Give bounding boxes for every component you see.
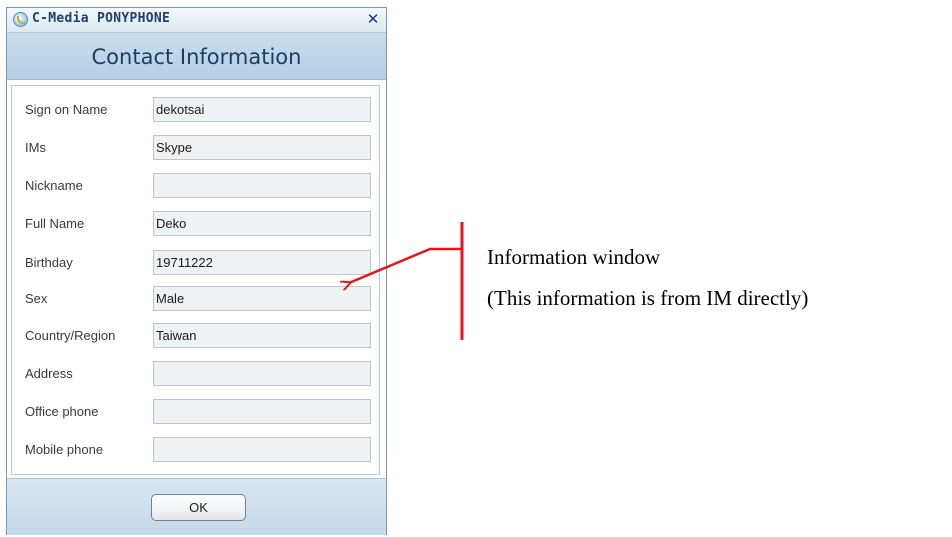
birthday-field[interactable]: 19711222 <box>153 250 371 275</box>
field-label: Nickname <box>25 178 83 193</box>
field-row-address: Address <box>12 361 379 387</box>
field-label: Country/Region <box>25 328 116 343</box>
address-field[interactable] <box>153 361 371 386</box>
window-title: C-Media PONYPHONE <box>32 11 171 26</box>
field-row-ims: IMs Skype <box>12 135 379 161</box>
field-label: Birthday <box>25 255 73 270</box>
field-row-birthday: Birthday 19711222 <box>12 250 379 276</box>
field-row-full-name: Full Name Deko <box>12 211 379 237</box>
dialog-heading: Contact Information <box>91 45 302 69</box>
field-label: Mobile phone <box>25 442 104 457</box>
ims-field[interactable]: Skype <box>153 135 371 160</box>
nickname-field[interactable] <box>153 173 371 198</box>
sex-field[interactable]: Male <box>153 286 371 311</box>
field-label: Sign on Name <box>25 102 108 117</box>
office-phone-field[interactable] <box>153 399 371 424</box>
field-label: IMs <box>25 140 46 155</box>
field-row-country-region: Country/Region Taiwan <box>12 323 379 349</box>
field-label: Sex <box>25 291 48 306</box>
close-icon[interactable]: ✕ <box>364 10 382 28</box>
field-row-sign-on-name: Sign on Name dekotsai <box>12 97 379 123</box>
field-row-office-phone: Office phone <box>12 399 379 425</box>
ok-button[interactable]: OK <box>151 494 246 521</box>
contact-fields-panel: Sign on Name dekotsai IMs Skype Nickname… <box>11 85 380 475</box>
app-logo-icon <box>13 12 28 27</box>
full-name-field[interactable]: Deko <box>153 211 371 236</box>
sign-on-name-field[interactable]: dekotsai <box>153 97 371 122</box>
field-label: Office phone <box>25 404 99 419</box>
header-band: Contact Information <box>7 33 386 80</box>
field-row-mobile-phone: Mobile phone <box>12 437 379 463</box>
field-label: Address <box>25 366 73 381</box>
annotation-title: Information window <box>487 245 661 269</box>
annotation-note: (This information is from IM directly) <box>487 286 809 310</box>
field-label: Full Name <box>25 216 85 231</box>
field-row-sex: Sex Male <box>12 286 379 312</box>
country-region-field[interactable]: Taiwan <box>153 323 371 348</box>
field-row-nickname: Nickname <box>12 173 379 199</box>
title-bar[interactable]: C-Media PONYPHONE ✕ <box>7 8 386 33</box>
contact-information-dialog: C-Media PONYPHONE ✕ Contact Information … <box>6 7 387 535</box>
mobile-phone-field[interactable] <box>153 437 371 462</box>
dialog-footer: OK <box>7 478 386 535</box>
